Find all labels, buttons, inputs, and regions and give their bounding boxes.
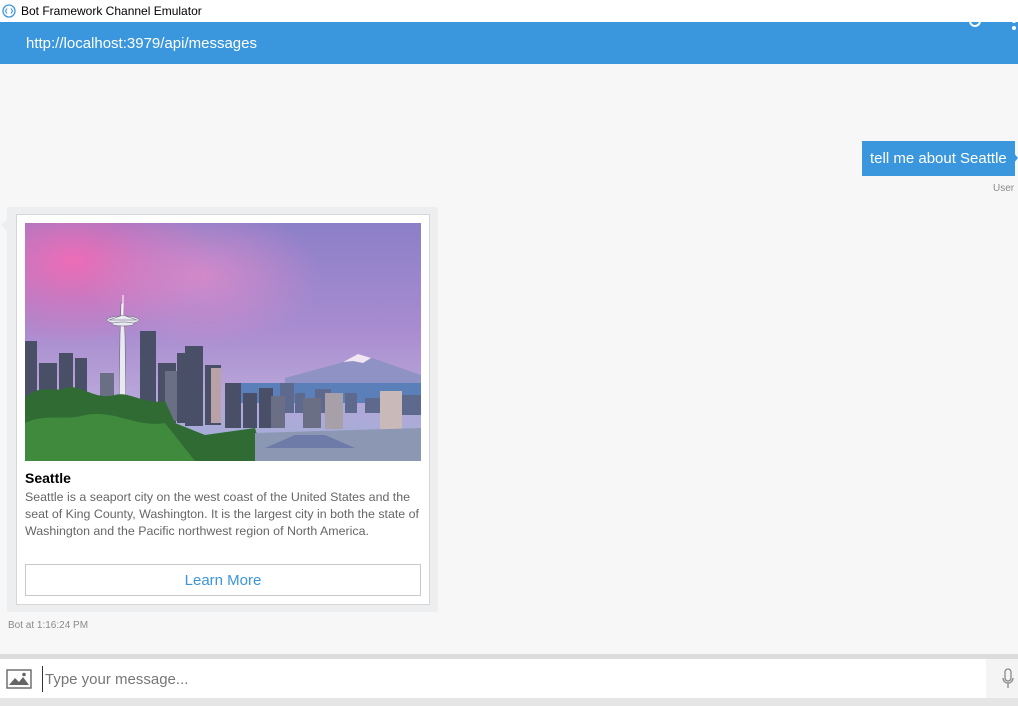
microphone-icon[interactable]: [1001, 667, 1015, 691]
app-logo-icon: [2, 4, 16, 18]
card-hero-image[interactable]: [25, 223, 421, 461]
menu-dot: [1012, 12, 1016, 16]
endpoint-url[interactable]: http://localhost:3979/api/messages: [26, 35, 257, 52]
window-title: Bot Framework Channel Emulator: [21, 4, 202, 18]
card-text: Seattle is a seaport city on the west co…: [25, 490, 419, 538]
bot-timestamp-label: Bot at 1:16:24 PM: [8, 620, 89, 631]
user-bubble-tail: [1012, 151, 1018, 165]
window-bottom-edge: [0, 698, 1018, 706]
message-input[interactable]: [42, 666, 982, 692]
learn-more-button[interactable]: Learn More: [25, 564, 421, 596]
menu-dot: [1012, 26, 1016, 30]
refresh-icon[interactable]: [966, 12, 984, 30]
menu-dot: [1012, 19, 1016, 23]
image-upload-icon[interactable]: [6, 669, 32, 689]
user-sender-label: User: [993, 183, 1015, 194]
user-message-bubble[interactable]: tell me about Seattle: [862, 141, 1015, 176]
more-vertical-icon[interactable]: [1010, 10, 1018, 32]
endpoint-header: http://localhost:3979/api/messages: [0, 22, 1018, 64]
card-title: Seattle: [25, 470, 71, 486]
window-title-bar: Bot Framework Channel Emulator: [0, 0, 1018, 22]
